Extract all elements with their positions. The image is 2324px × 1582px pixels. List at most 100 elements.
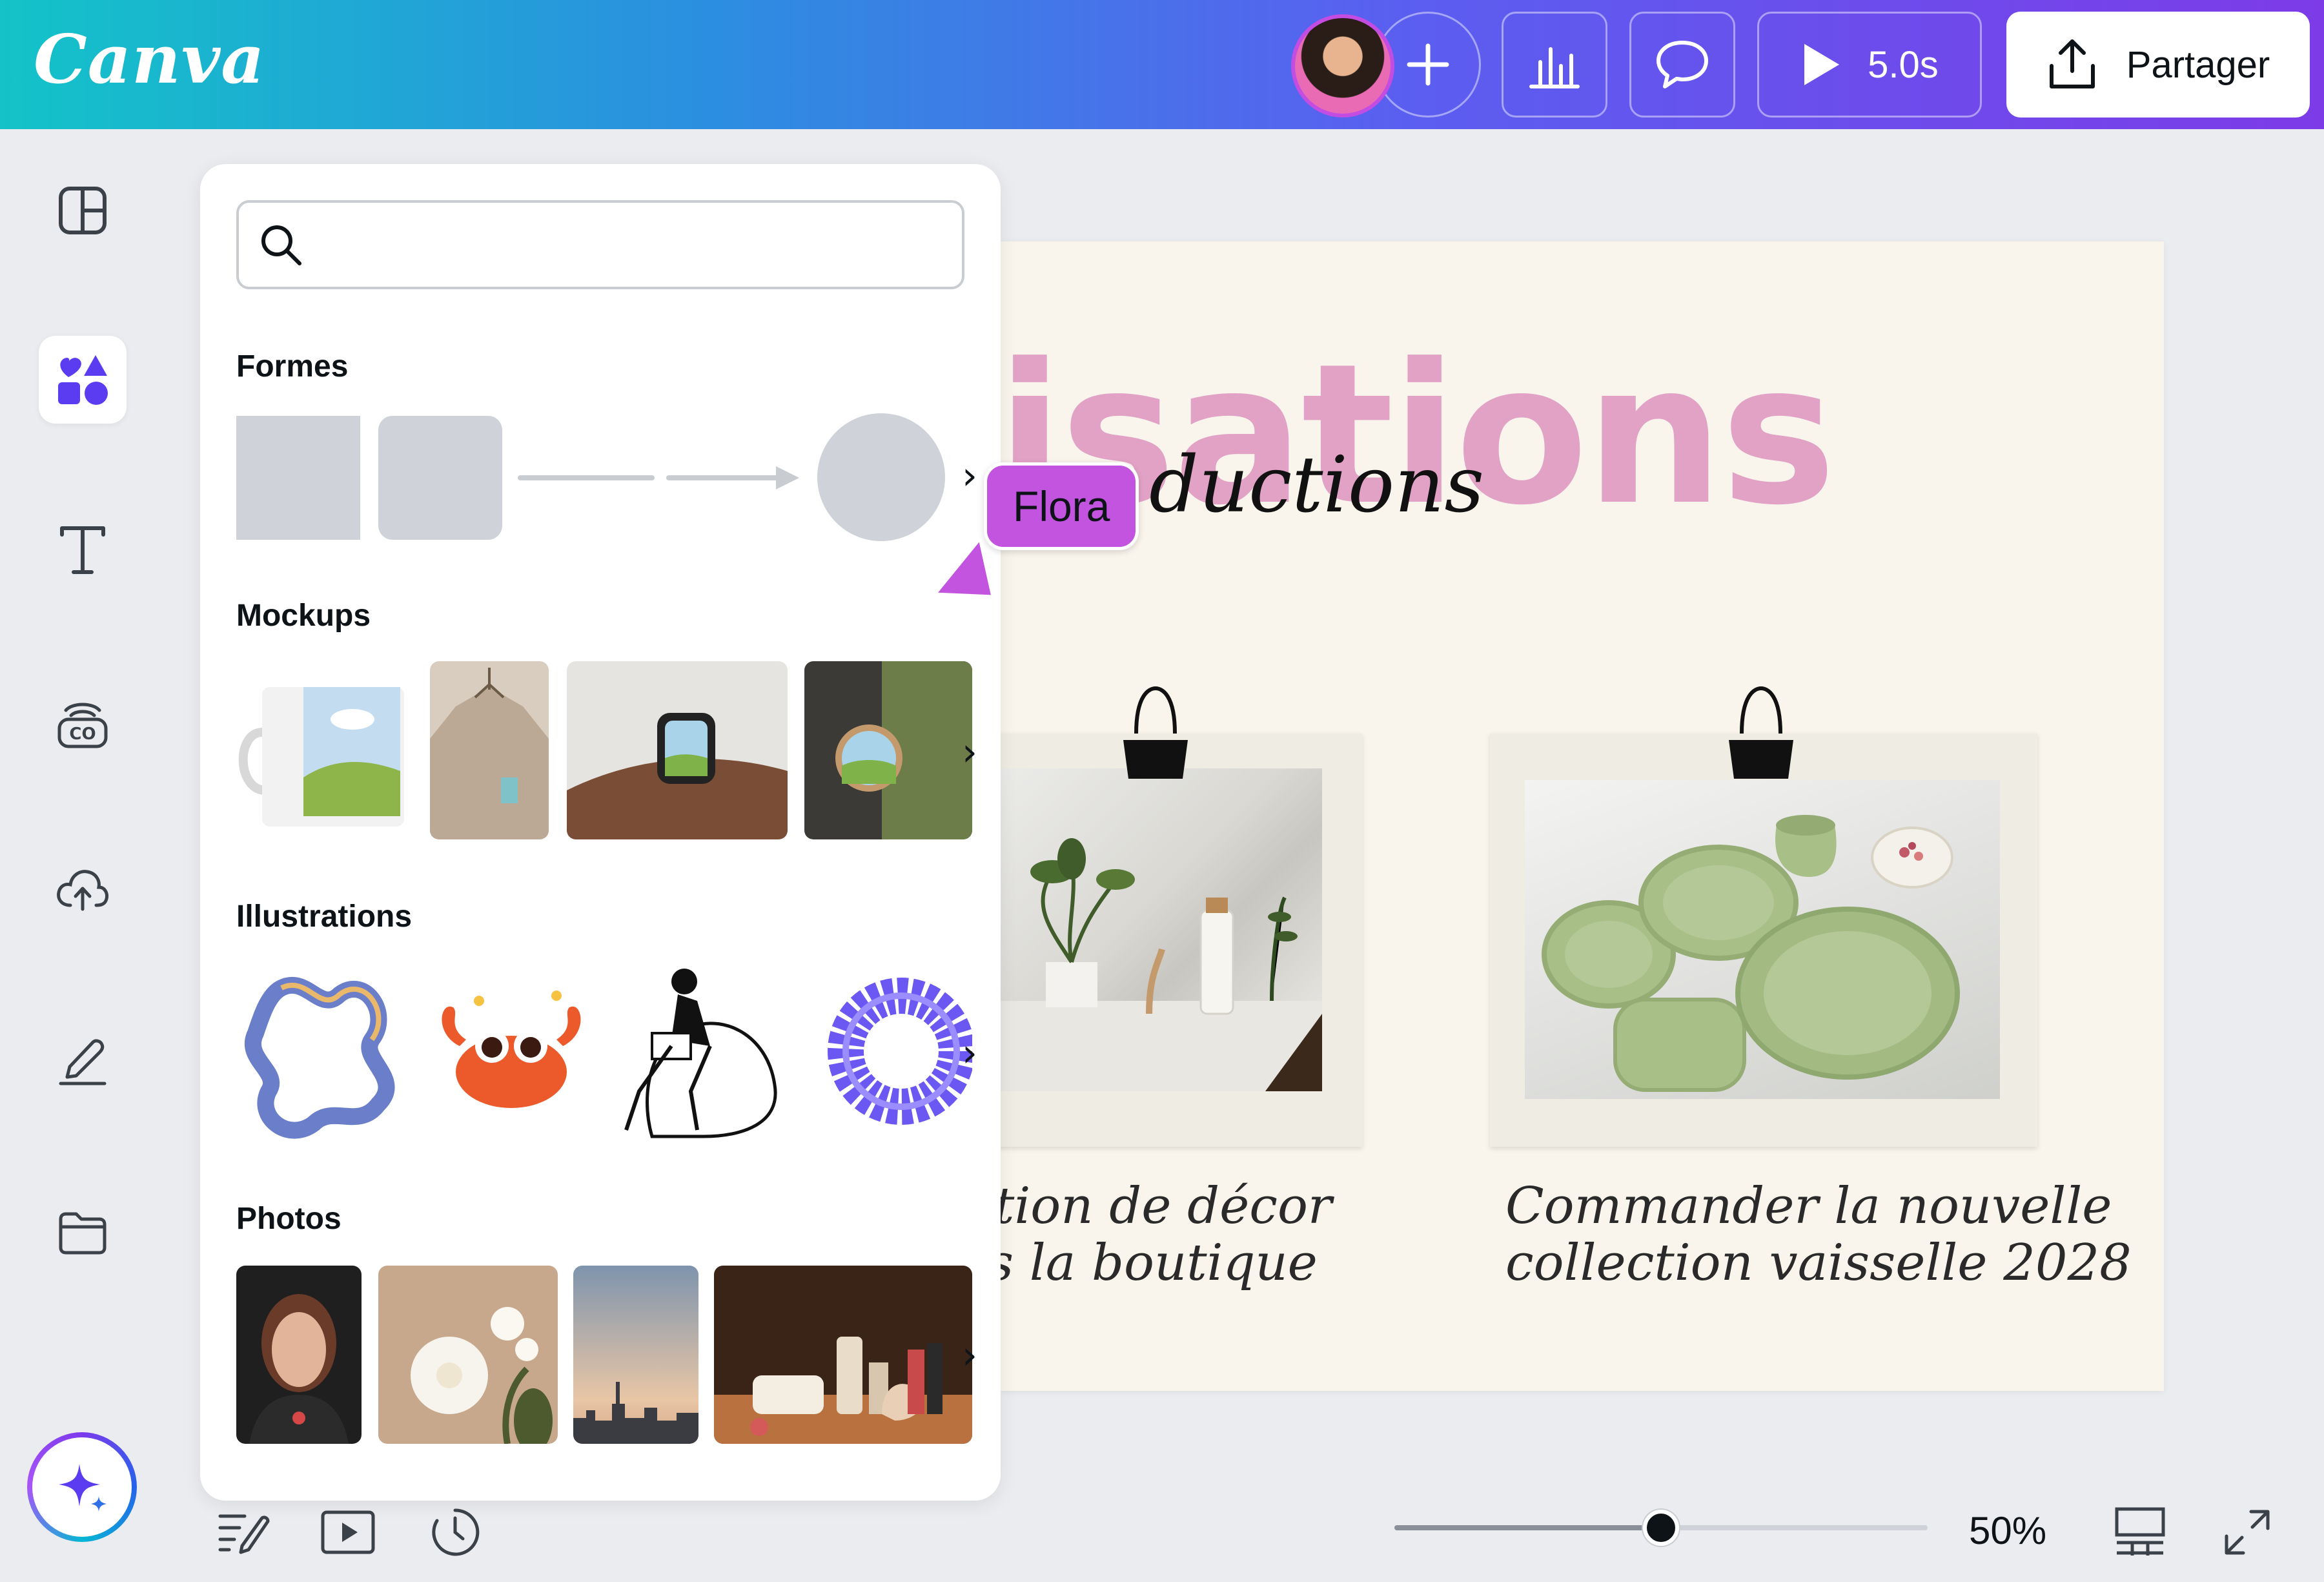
grid-view-icon — [2115, 1507, 2165, 1556]
shapes-next-chevron-icon[interactable]: › — [962, 453, 977, 498]
bar-chart-icon — [1529, 47, 1580, 88]
crab-image — [442, 991, 581, 1108]
mockup-watch[interactable] — [567, 661, 788, 839]
notes-icon — [218, 1514, 270, 1554]
upload-icon — [2049, 39, 2095, 88]
photo-cosmetics[interactable] — [714, 1266, 972, 1444]
section-title-mockups: Mockups — [236, 599, 371, 633]
decor-photo — [1001, 768, 1322, 1091]
collaborator-cursor-icon — [935, 539, 995, 599]
draw-icon — [59, 1039, 107, 1085]
sidebar-item-brand[interactable]: CO — [39, 681, 127, 768]
shape-square[interactable] — [236, 416, 360, 540]
sparkle-icon — [59, 1464, 107, 1512]
mug-mockup-image — [236, 661, 408, 839]
svg-text:CO: CO — [69, 724, 96, 744]
grid-view-button[interactable] — [2111, 1503, 2169, 1561]
user-avatar[interactable] — [1291, 14, 1394, 118]
cosmetics-photo — [714, 1266, 972, 1444]
sidebar-item-draw[interactable] — [39, 1016, 127, 1104]
timer-button[interactable] — [426, 1503, 484, 1561]
sidebar-item-projects[interactable] — [39, 1189, 127, 1277]
polaroid-frame-left[interactable] — [1001, 686, 1362, 1147]
photo-portrait[interactable] — [236, 1266, 362, 1444]
illustration-person-laptop[interactable] — [613, 962, 781, 1140]
cloud-upload-icon — [57, 870, 108, 911]
sidebar-item-elements[interactable] — [39, 336, 127, 424]
canva-logo[interactable]: Canva — [34, 19, 265, 99]
skyline-photo — [573, 1266, 698, 1444]
folder-icon — [59, 1212, 107, 1255]
tableware-illustration — [1542, 815, 1960, 1092]
share-label: Partager — [2126, 43, 2270, 86]
shape-arrow[interactable] — [665, 458, 807, 497]
comment-icon — [1656, 41, 1708, 88]
section-title-shapes: Formes — [236, 349, 349, 384]
zoom-level-label[interactable]: 50% — [1969, 1508, 2046, 1553]
section-title-illustrations: Illustrations — [236, 899, 413, 934]
ceramics-photo — [1525, 780, 2000, 1099]
illustration-chrome-blob[interactable] — [236, 962, 411, 1140]
caption-right-line2[interactable]: collection vaisselle 2028 — [1505, 1234, 2132, 1293]
caption-left-line1[interactable]: tion de décor — [1001, 1177, 1332, 1236]
magic-button[interactable] — [27, 1432, 137, 1542]
shape-line[interactable] — [516, 471, 658, 484]
present-icon — [321, 1510, 375, 1554]
photos-next-chevron-icon[interactable]: › — [962, 1333, 977, 1378]
mockup-wall-mirror[interactable] — [804, 661, 972, 839]
duration-label: 5.0s — [1868, 43, 1939, 86]
photo-city-skyline[interactable] — [573, 1266, 698, 1444]
binder-clip-left — [1123, 686, 1188, 779]
fullscreen-button[interactable] — [2218, 1503, 2276, 1561]
sidebar-item-text[interactable] — [39, 506, 127, 594]
comment-button[interactable] — [1629, 12, 1735, 118]
section-title-photos: Photos — [236, 1202, 341, 1236]
flowers-photo — [378, 1266, 558, 1444]
layout-icon — [59, 187, 107, 234]
illustrations-next-chevron-icon[interactable]: › — [962, 1031, 977, 1076]
zoom-slider-handle[interactable] — [1643, 1510, 1679, 1546]
brand-icon: CO — [57, 703, 108, 748]
play-icon — [1804, 44, 1840, 85]
plant-shelf-illustration — [1001, 838, 1322, 1091]
plus-icon — [1407, 43, 1449, 86]
zoom-slider-fill — [1394, 1525, 1661, 1530]
sidebar-item-design[interactable] — [39, 167, 127, 254]
person-laptop-image — [624, 969, 777, 1138]
caption-left-line2[interactable]: s la boutique — [1001, 1234, 1318, 1293]
mockup-mug[interactable] — [236, 661, 408, 839]
portrait-photo — [236, 1266, 362, 1444]
search-icon — [261, 225, 301, 265]
tshirt-mockup-image — [430, 661, 549, 839]
design-canvas[interactable]: isations ductions tion de décor s la bou… — [1001, 241, 2164, 1391]
elements-panel: Formes › Mockups › Illustrations › Photo… — [200, 164, 1001, 1501]
polaroid-frame-right[interactable] — [1490, 686, 2037, 1147]
illustration-purple-coil[interactable] — [804, 962, 972, 1140]
mockups-next-chevron-icon[interactable]: › — [962, 730, 977, 775]
present-mode-button[interactable] — [319, 1503, 377, 1561]
top-bar: Canva 5.0s Partager — [0, 0, 2324, 129]
search-box[interactable] — [236, 200, 964, 289]
purple-coil-image — [828, 978, 972, 1125]
mockup-tshirt[interactable] — [430, 661, 549, 839]
collaborator-name-tag: Flora — [984, 462, 1139, 550]
chrome-blob-image — [244, 976, 395, 1139]
binder-clip-right — [1729, 686, 1793, 779]
shape-rounded-square[interactable] — [378, 416, 502, 540]
fullscreen-icon — [2225, 1510, 2270, 1555]
shape-circle[interactable] — [817, 413, 945, 541]
caption-right-line1[interactable]: Commander la nouvelle — [1505, 1177, 2112, 1236]
timer-icon — [432, 1508, 480, 1556]
insights-button[interactable] — [1502, 12, 1607, 118]
search-input[interactable] — [323, 219, 904, 271]
photo-flowers[interactable] — [378, 1266, 558, 1444]
share-button[interactable]: Partager — [2006, 12, 2310, 118]
notes-button[interactable] — [214, 1503, 272, 1561]
sidebar-item-uploads[interactable] — [39, 846, 127, 934]
illustration-crab[interactable] — [427, 962, 595, 1140]
mirror-mockup-image — [804, 661, 972, 839]
watch-mockup-image — [567, 661, 788, 839]
elements-icon — [58, 355, 108, 405]
present-button[interactable]: 5.0s — [1757, 12, 1982, 118]
canvas-subtitle[interactable]: ductions — [1149, 447, 1484, 524]
